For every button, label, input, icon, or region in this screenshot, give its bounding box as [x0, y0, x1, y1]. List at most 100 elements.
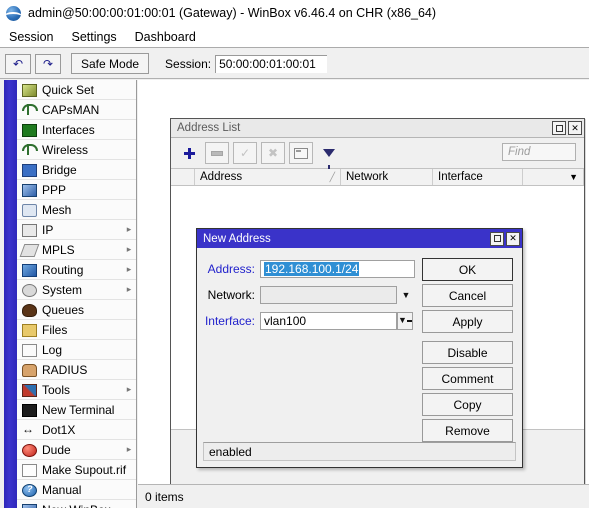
remove-button[interactable]: [205, 142, 229, 164]
maximize-icon[interactable]: [552, 121, 566, 135]
cancel-button[interactable]: Cancel: [422, 284, 513, 307]
sidebar-item-mpls[interactable]: MPLS ▸: [17, 240, 136, 260]
disable-button[interactable]: ✖: [261, 142, 285, 164]
sidebar-item-queues[interactable]: Queues: [17, 300, 136, 320]
menu-item-session[interactable]: Session: [0, 28, 62, 46]
chevron-down-icon: ▼: [569, 172, 578, 182]
network-input[interactable]: [260, 285, 397, 304]
column-label: Address: [200, 171, 243, 183]
sidebar-item-label: Dot1X: [42, 422, 76, 437]
column-menu-button[interactable]: ▼: [523, 169, 584, 185]
check-icon: ✓: [239, 146, 251, 160]
sidebar-item-system[interactable]: System ▸: [17, 280, 136, 300]
wireless-icon: [21, 143, 38, 157]
log-icon: [21, 343, 37, 357]
queues-icon: [21, 303, 37, 317]
sidebar-item-make-supout[interactable]: Make Supout.rif: [17, 460, 136, 480]
sidebar-item-label: Make Supout.rif: [42, 462, 127, 477]
sidebar-item-ip[interactable]: IP ▸: [17, 220, 136, 240]
menu-item-dashboard[interactable]: Dashboard: [126, 28, 205, 46]
sidebar-item-interfaces[interactable]: Interfaces: [17, 120, 136, 140]
sidebar-item-label: Routing: [42, 262, 84, 277]
sidebar-item-label: Wireless: [42, 142, 89, 157]
comment-icon: [294, 147, 308, 159]
sidebar-item-label: Queues: [42, 302, 85, 317]
sidebar-item-log[interactable]: Log: [17, 340, 136, 360]
window-titlebar: admin@50:00:00:01:00:01 (Gateway) - WinB…: [0, 0, 589, 26]
ok-button[interactable]: OK: [422, 258, 513, 281]
sidebar-item-files[interactable]: Files: [17, 320, 136, 340]
tools-icon: [21, 383, 37, 397]
comment-button[interactable]: Comment: [422, 367, 513, 390]
maximize-icon[interactable]: [490, 231, 504, 246]
system-icon: [21, 283, 37, 297]
session-label: Session:: [165, 56, 212, 71]
submenu-arrow-icon: ▸: [126, 444, 132, 454]
chevron-down-icon[interactable]: ▼: [397, 286, 415, 304]
status-bar: 0 items: [138, 484, 589, 508]
sidebar-item-new-terminal[interactable]: New Terminal: [17, 400, 136, 420]
menubar: Session Settings Dashboard: [0, 26, 589, 48]
bridge-icon: [21, 163, 37, 177]
capsman-icon: [21, 103, 38, 117]
sidebar-item-tools[interactable]: Tools ▸: [17, 380, 136, 400]
comment-button[interactable]: [289, 142, 313, 164]
address-value: 192.168.100.1/24: [264, 261, 360, 276]
sidebar-accent-strip: [4, 80, 17, 508]
filter-button[interactable]: [317, 142, 341, 169]
column-header-interface[interactable]: Interface: [433, 169, 523, 185]
interface-input[interactable]: vlan100: [260, 311, 397, 330]
sidebar-item-label: Tools: [42, 382, 71, 397]
funnel-icon: [323, 149, 335, 169]
terminal-icon: [21, 403, 37, 417]
undo-button[interactable]: ↶: [5, 53, 31, 74]
address-list-titlebar[interactable]: Address List ✕: [171, 119, 584, 138]
sidebar-item-mesh[interactable]: Mesh: [17, 200, 136, 220]
column-header-address[interactable]: Address ╱: [195, 169, 341, 185]
sidebar-item-label: Dude: [42, 442, 71, 457]
dropdown-arrow-icon[interactable]: ▼: [397, 311, 413, 330]
disable-button[interactable]: Disable: [422, 341, 513, 364]
column-header-network[interactable]: Network: [341, 169, 433, 185]
redo-button[interactable]: ↷: [35, 53, 61, 74]
close-icon[interactable]: ✕: [506, 231, 520, 246]
new-address-titlebar[interactable]: New Address ✕: [197, 229, 522, 248]
sidebar-item-routing[interactable]: Routing ▸: [17, 260, 136, 280]
redo-icon: ↷: [42, 56, 54, 71]
copy-button[interactable]: Copy: [422, 393, 513, 416]
enable-button[interactable]: ✓: [233, 142, 257, 164]
sidebar-item-wireless[interactable]: Wireless: [17, 140, 136, 160]
sidebar-item-bridge[interactable]: Bridge: [17, 160, 136, 180]
address-input[interactable]: 192.168.100.1/24: [260, 259, 415, 278]
interface-label: Interface:: [204, 313, 255, 328]
sidebar-item-label: System: [42, 282, 83, 297]
new-address-dialog: New Address ✕ Address: 192.168.100.1/24 …: [196, 228, 523, 468]
sidebar-item-manual[interactable]: Manual: [17, 480, 136, 500]
sidebar-item-label: Log: [42, 342, 63, 357]
sidebar-item-new-winbox[interactable]: New WinBox: [17, 500, 136, 508]
supout-icon: [21, 463, 37, 477]
sidebar-item-radius[interactable]: RADIUS: [17, 360, 136, 380]
session-value[interactable]: 50:00:00:01:00:01: [215, 54, 328, 73]
new-address-body: Address: 192.168.100.1/24 Network: ▼ Int…: [197, 248, 522, 467]
menu-item-settings[interactable]: Settings: [62, 28, 125, 46]
sidebar-item-quick-set[interactable]: Quick Set: [17, 80, 136, 100]
apply-button[interactable]: Apply: [422, 310, 513, 333]
sidebar-item-dude[interactable]: Dude ▸: [17, 440, 136, 460]
remove-button[interactable]: Remove: [422, 419, 513, 442]
sidebar-item-label: New WinBox: [42, 503, 136, 508]
add-button[interactable]: [177, 142, 201, 164]
submenu-arrow-icon: ▸: [126, 244, 132, 254]
sidebar-item-dot1x[interactable]: Dot1X: [17, 420, 136, 440]
column-header-flags[interactable]: [171, 169, 195, 185]
cross-icon: ✖: [267, 146, 279, 160]
safe-mode-button[interactable]: Safe Mode: [71, 53, 150, 74]
sidebar-item-capsman[interactable]: CAPsMAN: [17, 100, 136, 120]
quick-set-icon: [21, 83, 37, 97]
find-input[interactable]: Find: [502, 143, 576, 161]
close-icon[interactable]: ✕: [568, 121, 582, 135]
sidebar-item-label: CAPsMAN: [42, 102, 100, 117]
submenu-arrow-icon: ▸: [126, 224, 132, 234]
new-address-title: New Address: [203, 232, 271, 245]
sidebar-item-ppp[interactable]: PPP: [17, 180, 136, 200]
